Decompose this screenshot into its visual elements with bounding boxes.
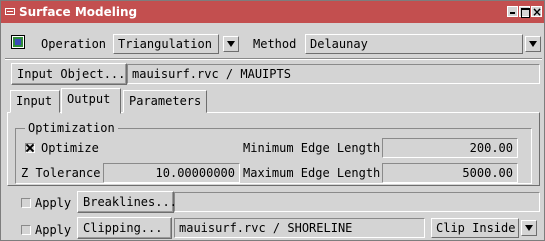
minimize-icon[interactable]	[507, 6, 518, 17]
z-tolerance-field[interactable]: 10.00000000	[103, 163, 240, 183]
breaklines-apply-checkbox[interactable]	[21, 198, 31, 208]
min-edge-field[interactable]: 200.00	[382, 138, 518, 158]
window-menu-icon[interactable]	[5, 8, 15, 15]
method-label: Method	[253, 37, 297, 51]
clipping-apply-label: Apply	[35, 223, 72, 237]
min-edge-label: Minimum Edge Length	[243, 141, 381, 155]
optimize-label: Optimize	[41, 141, 99, 155]
z-tolerance-label: Z Tolerance	[21, 166, 101, 180]
operation-label: Operation	[41, 37, 107, 51]
window-title: Surface Modeling	[19, 5, 138, 19]
input-object-field[interactable]: mauisurf.rvc / MAUIPTS	[127, 64, 540, 84]
tab-parameters[interactable]: Parameters	[123, 90, 207, 113]
breaklines-apply-label: Apply	[35, 196, 72, 210]
breaklines-button[interactable]: Breaklines...	[77, 191, 177, 213]
surface-modeling-window: Surface Modeling Operation Triangulation…	[0, 0, 545, 241]
dropdown-arrow-icon[interactable]	[223, 36, 239, 52]
clip-mode-select[interactable]: Clip Inside	[431, 218, 519, 238]
tab-input[interactable]: Input	[10, 90, 60, 113]
input-object-button[interactable]: Input Object...	[11, 63, 127, 85]
clipping-apply-checkbox[interactable]	[21, 225, 31, 235]
max-edge-field[interactable]: 5000.00	[382, 163, 518, 183]
clipping-field[interactable]: mauisurf.rvc / SHORELINE	[174, 218, 425, 238]
surface-modeling-icon	[11, 35, 25, 49]
max-edge-label: Maximum Edge Length	[243, 166, 381, 180]
maximize-icon[interactable]	[519, 6, 530, 18]
optimization-group-title: Optimization	[25, 120, 118, 136]
dropdown-arrow-icon[interactable]	[525, 36, 541, 52]
breaklines-field[interactable]	[174, 192, 540, 212]
dropdown-arrow-icon[interactable]	[521, 220, 537, 236]
close-icon[interactable]	[531, 1, 542, 23]
optimize-checkbox[interactable]	[25, 143, 35, 153]
separator	[5, 58, 542, 60]
clipping-button[interactable]: Clipping...	[77, 217, 172, 239]
title-bar[interactable]: Surface Modeling	[1, 1, 544, 23]
method-select[interactable]: Delaunay	[305, 34, 523, 54]
tab-output[interactable]: Output	[61, 88, 121, 114]
operation-select[interactable]: Triangulation	[113, 34, 219, 54]
